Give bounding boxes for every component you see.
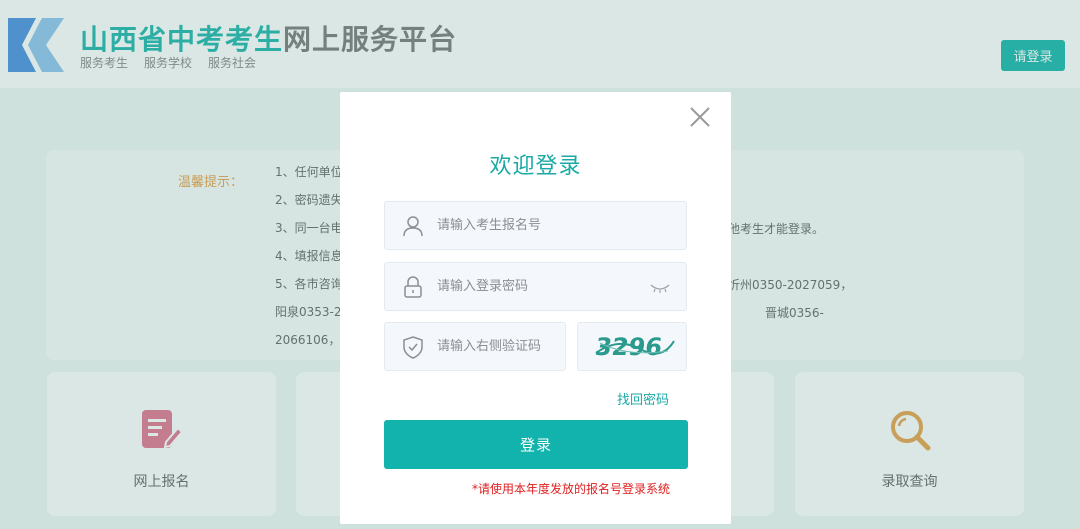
captcha-field: [384, 322, 566, 371]
modal-title: 欢迎登录: [489, 154, 582, 179]
password-input[interactable]: [437, 263, 647, 310]
lock-icon: [404, 276, 422, 298]
close-icon[interactable]: [687, 104, 713, 130]
eye-closed-icon[interactable]: [649, 282, 671, 294]
login-warning-text: *请使用本年度发放的报名号登录系统: [472, 482, 671, 496]
captcha-graphic: 3296: [593, 333, 675, 361]
username-field: [384, 201, 687, 250]
shield-check-icon: [403, 336, 423, 359]
user-icon: [403, 216, 423, 237]
captcha-input[interactable]: [437, 323, 557, 370]
login-modal: 欢迎登录 3296: [340, 92, 731, 524]
forgot-password-link[interactable]: 找回密码: [617, 389, 669, 408]
captcha-text: 3296: [593, 333, 664, 361]
password-field: [384, 262, 687, 311]
captcha-image[interactable]: 3296: [577, 322, 687, 371]
username-input[interactable]: [437, 202, 647, 249]
login-submit-button[interactable]: 登录: [384, 420, 688, 469]
